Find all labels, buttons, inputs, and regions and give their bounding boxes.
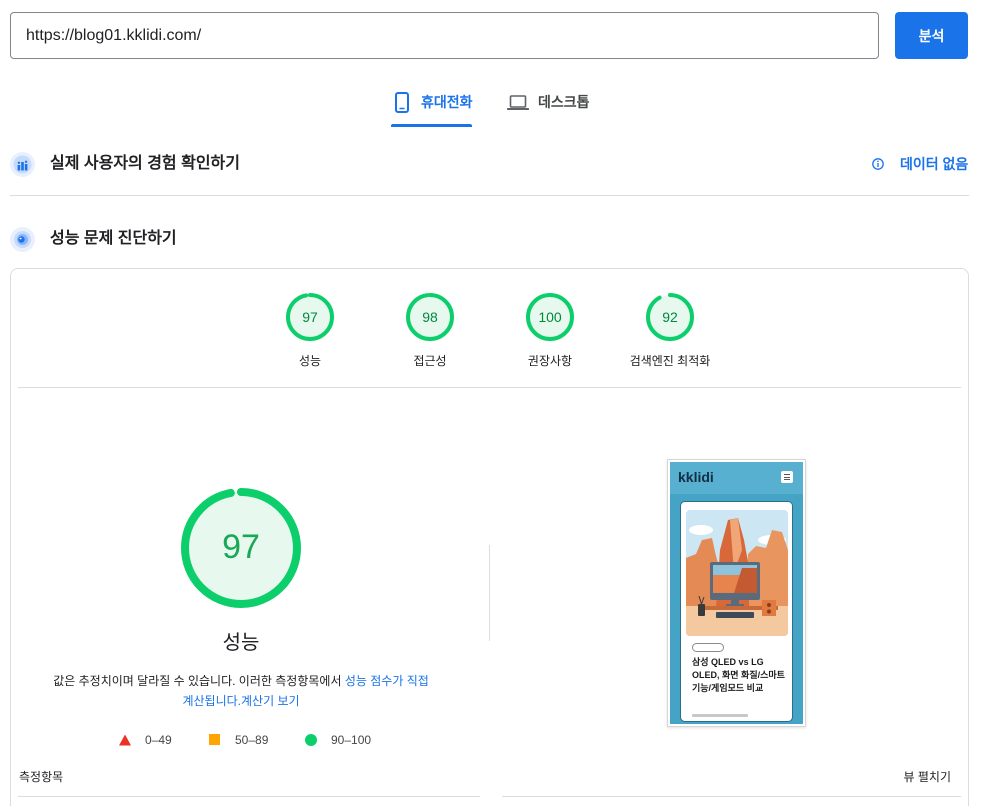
no-data-label: 데이터 없음	[900, 156, 969, 172]
legend-fail-range: 0–49	[145, 733, 172, 747]
post-category-tag	[692, 643, 724, 652]
score-value: 97	[302, 309, 318, 325]
legend-average-range: 50–89	[235, 733, 269, 747]
info-icon	[872, 158, 884, 170]
active-tab-indicator	[391, 124, 472, 127]
vertical-divider	[489, 545, 490, 641]
url-input[interactable]	[10, 12, 879, 59]
tab-mobile[interactable]: 휴대전화	[391, 85, 473, 127]
expand-view-button[interactable]: 뷰 펼치기	[904, 770, 952, 784]
score-value: 92	[662, 309, 678, 325]
section-divider	[10, 195, 969, 196]
score-value: 100	[538, 309, 562, 325]
analyze-button[interactable]: 분석	[895, 12, 968, 59]
tab-desktop-label: 데스크톱	[538, 94, 590, 110]
category-label: 성능	[298, 354, 322, 368]
performance-label: 성능	[222, 632, 260, 654]
category-gauge-accessibility[interactable]: 98 접근성	[370, 292, 490, 372]
performance-score-value: 97	[222, 528, 260, 566]
category-gauge-performance[interactable]: 97 성능	[250, 292, 370, 372]
post-byline	[692, 714, 748, 717]
screenshot-post-card: 삼성 QLED vs LG OLED, 화면 화질/스마트 기능/게임모드 비교	[680, 501, 793, 722]
category-label: 접근성	[413, 354, 447, 368]
fail-triangle-icon	[119, 734, 131, 746]
metrics-heading: 측정항목	[19, 770, 64, 784]
lab-data-title: 성능 문제 진단하기	[50, 230, 177, 247]
tab-desktop[interactable]: 데스크톱	[503, 85, 595, 127]
category-gauge-seo[interactable]: 92 검색엔진 최적화	[610, 292, 730, 372]
average-square-icon	[209, 734, 220, 745]
lighthouse-icon	[10, 227, 35, 252]
phone-icon	[395, 92, 409, 113]
no-data-status[interactable]: 데이터 없음	[870, 154, 970, 174]
category-label: 검색엔진 최적화	[629, 354, 711, 368]
final-screenshot[interactable]: kklidi 삼성 QLED vs LG OLED, 화면 화질/스마트 기능/…	[667, 459, 806, 727]
screenshot-site-name: kklidi	[678, 469, 714, 485]
score-disclaimer: 값은 추정치이며 달라질 수 있습니다. 이러한 측정항목에서 성능 점수가 직…	[49, 671, 433, 711]
metrics-divider-left	[18, 796, 480, 797]
gauges-divider	[18, 387, 961, 388]
tab-mobile-label: 휴대전화	[421, 94, 473, 110]
performance-score-gauge: 97	[181, 488, 301, 608]
crux-icon	[10, 152, 35, 177]
field-data-title: 실제 사용자의 경험 확인하기	[50, 155, 240, 172]
disclaimer-text: 값은 추정치이며 달라질 수 있습니다. 이러한 측정항목에서	[53, 674, 345, 688]
metrics-divider-right	[502, 796, 961, 797]
category-gauge-best-practices[interactable]: 100 권장사항	[490, 292, 610, 372]
screenshot-post-title: 삼성 QLED vs LG OLED, 화면 화질/스마트 기능/게임모드 비교	[692, 657, 785, 693]
score-value: 98	[422, 309, 438, 325]
laptop-icon	[507, 95, 529, 110]
screenshot-header: kklidi	[670, 462, 803, 494]
pass-circle-icon	[305, 734, 317, 746]
calculator-link[interactable]: 계산기 보기	[241, 694, 300, 708]
post-illustration	[686, 510, 788, 636]
legend-pass-range: 90–100	[331, 733, 372, 747]
hamburger-icon	[781, 471, 793, 483]
screenshot-page: kklidi 삼성 QLED vs LG OLED, 화면 화질/스마트 기능/…	[670, 462, 803, 724]
category-label: 권장사항	[527, 354, 573, 368]
